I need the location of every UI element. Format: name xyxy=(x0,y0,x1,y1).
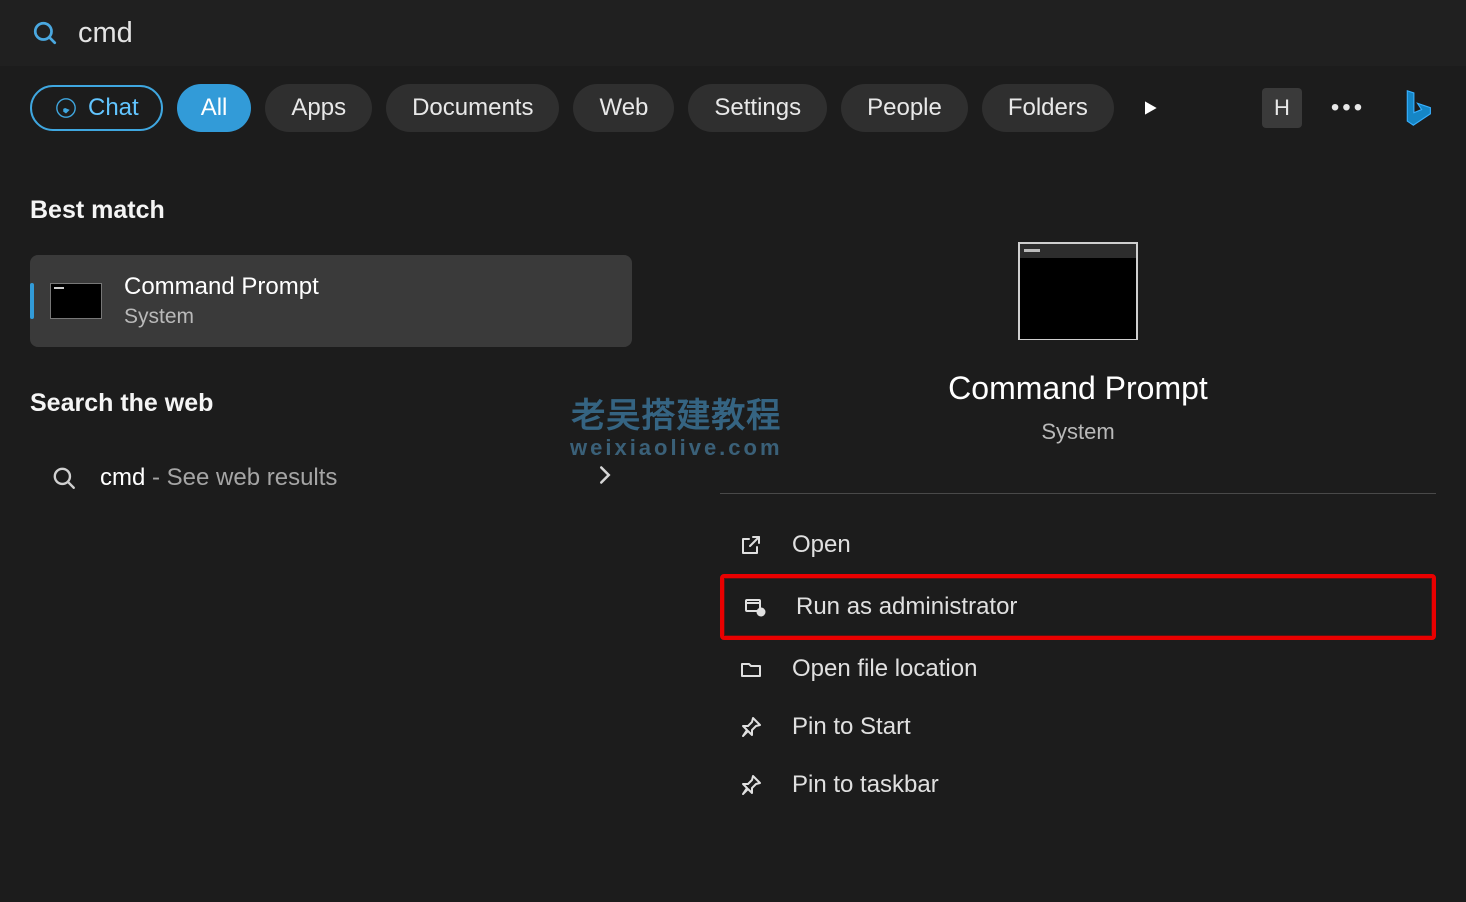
action-open[interactable]: Open xyxy=(720,516,1436,574)
search-icon xyxy=(30,18,60,48)
action-pin-to-start[interactable]: Pin to Start xyxy=(720,698,1436,756)
result-subtitle: System xyxy=(124,305,319,329)
folder-icon xyxy=(738,656,764,682)
more-filters-arrow-icon[interactable] xyxy=(1128,86,1172,130)
filter-settings[interactable]: Settings xyxy=(688,84,827,132)
web-result-cmd[interactable]: cmd - See web results xyxy=(30,448,632,508)
filter-row: Chat All Apps Documents Web Settings Peo… xyxy=(0,66,1466,164)
web-result-suffix: - See web results xyxy=(145,464,337,491)
filter-documents[interactable]: Documents xyxy=(386,84,559,132)
detail-column: Command Prompt System Open xyxy=(660,176,1466,902)
action-open-label: Open xyxy=(792,531,851,559)
pin-icon xyxy=(738,772,764,798)
best-match-heading: Best match xyxy=(30,196,632,225)
search-icon xyxy=(50,464,78,492)
pin-icon xyxy=(738,714,764,740)
user-initial: H xyxy=(1274,95,1290,121)
action-pin-taskbar-label: Pin to taskbar xyxy=(792,771,939,799)
chat-tab[interactable]: Chat xyxy=(30,85,163,131)
results-column: Best match Command Prompt System Search … xyxy=(0,176,660,902)
chat-tab-label: Chat xyxy=(88,94,139,122)
filter-all[interactable]: All xyxy=(177,84,252,132)
filter-right: H ••• xyxy=(1262,85,1440,131)
action-open-location-label: Open file location xyxy=(792,655,977,683)
action-run-as-administrator[interactable]: Run as administrator xyxy=(720,574,1436,640)
filter-web[interactable]: Web xyxy=(573,84,674,132)
bing-icon[interactable] xyxy=(1394,85,1440,131)
more-menu-icon[interactable]: ••• xyxy=(1328,88,1368,128)
web-result-term: cmd xyxy=(100,464,145,491)
search-input[interactable] xyxy=(78,17,1436,50)
filter-people[interactable]: People xyxy=(841,84,968,132)
admin-icon xyxy=(742,594,768,620)
action-pin-start-label: Pin to Start xyxy=(792,713,911,741)
detail-title: Command Prompt xyxy=(720,370,1436,407)
divider xyxy=(720,493,1436,494)
search-bar xyxy=(0,0,1466,66)
cmd-thumb-icon xyxy=(50,283,102,319)
search-web-heading: Search the web xyxy=(30,389,632,418)
bing-chat-icon xyxy=(54,96,78,120)
user-avatar[interactable]: H xyxy=(1262,88,1302,128)
filter-folders[interactable]: Folders xyxy=(982,84,1114,132)
filter-apps[interactable]: Apps xyxy=(265,84,372,132)
chevron-right-icon xyxy=(598,465,612,491)
main-area: Best match Command Prompt System Search … xyxy=(0,176,1466,902)
action-run-admin-label: Run as administrator xyxy=(796,593,1017,621)
detail-app-icon xyxy=(1018,242,1138,340)
detail-actions: Open Run as administrator xyxy=(720,516,1436,814)
detail-subtitle: System xyxy=(720,419,1436,445)
result-command-prompt[interactable]: Command Prompt System xyxy=(30,255,632,347)
open-icon xyxy=(738,532,764,558)
action-open-file-location[interactable]: Open file location xyxy=(720,640,1436,698)
action-pin-to-taskbar[interactable]: Pin to taskbar xyxy=(720,756,1436,814)
result-title: Command Prompt xyxy=(124,273,319,301)
